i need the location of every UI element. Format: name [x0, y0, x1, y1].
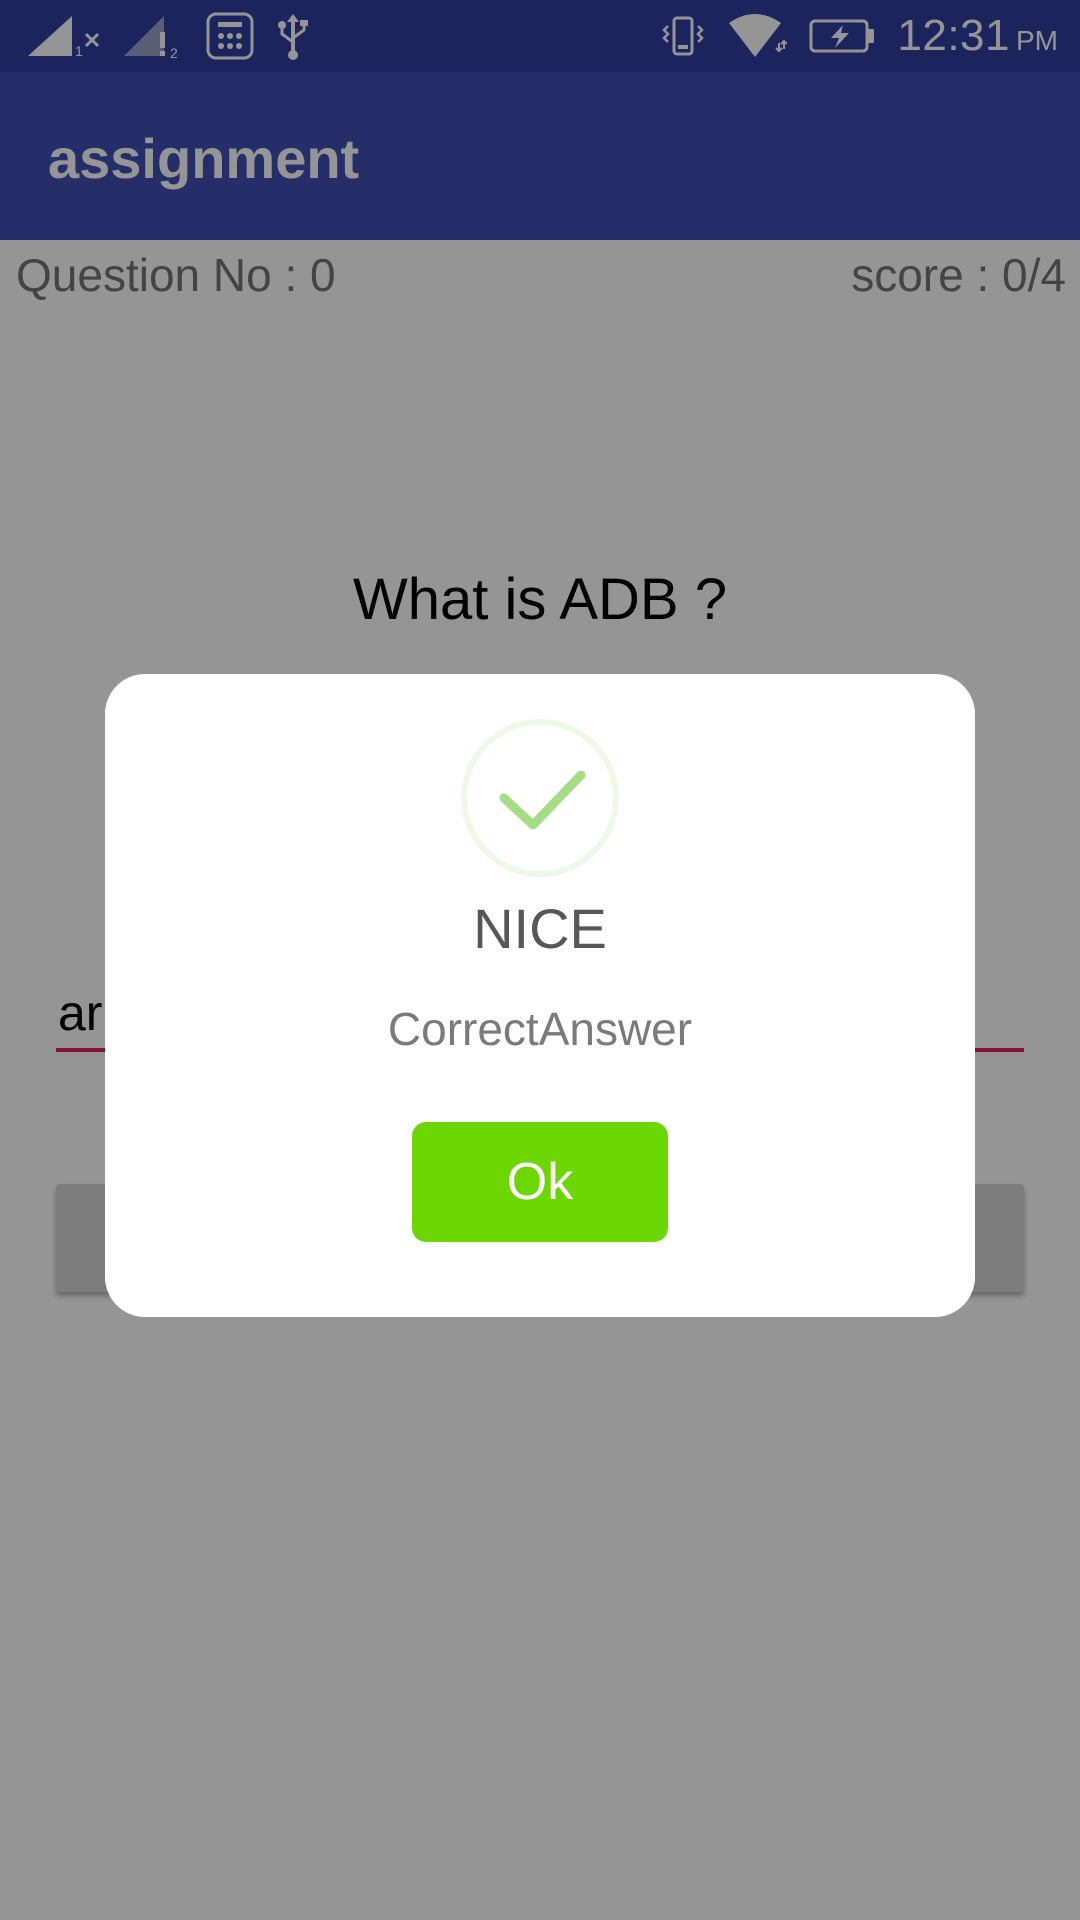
success-check-icon — [461, 719, 619, 877]
dialog-message: CorrectAnswer — [387, 1003, 693, 1055]
ok-button[interactable]: Ok — [412, 1122, 668, 1242]
success-dialog: NICE CorrectAnswer Ok — [105, 674, 975, 1317]
dialog-title: NICE — [473, 897, 607, 960]
